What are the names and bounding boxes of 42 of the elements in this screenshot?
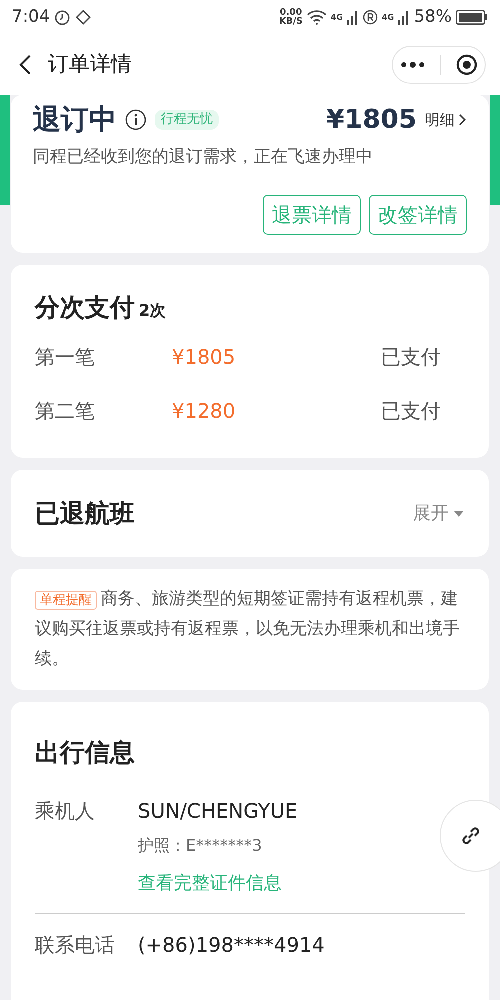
detail-link[interactable]: 明细 [425,108,467,132]
payment-label: 第二笔 [35,398,96,425]
payment-label: 第一笔 [35,344,96,371]
insurance-tag: 行程无忧 [155,110,219,130]
details-button[interactable]: 改签详情 [369,194,467,234]
signal-icon [347,10,360,25]
payment-amount: ¥1280 [172,398,237,425]
alarm-icon [54,9,72,26]
field-label: 乘机人 [35,798,96,825]
payment-status: 已支付 [381,398,441,425]
network-type: 4G [382,12,394,24]
phone-number: (+86)198****4914 [138,932,325,959]
network-type: 4G [330,12,344,24]
battery-icon [456,10,488,25]
refund-message: 同程已经收到您的退订需求，正在飞速办理中 [33,146,374,169]
roaming-icon [363,10,378,25]
section-title: 已退航班 [35,498,135,530]
signal-icon [398,10,410,25]
back-icon[interactable] [18,54,32,76]
payment-amount: ¥1805 [172,344,237,371]
section-title: 出行信息 [35,737,136,770]
info-icon[interactable] [125,109,147,131]
chevron-icon [459,114,467,126]
expand-toggle[interactable]: 展开 [413,500,465,527]
view-id-link[interactable]: 查看完整证件信息 [138,870,298,897]
field-label: 联系电话 [35,932,116,959]
wifi-icon [306,10,327,25]
passenger-name: SUN/CHENGYUE [138,798,298,825]
section-title: 分次支付 [35,292,135,324]
network-speed: 0.00 KB/S [279,8,303,26]
more-icon[interactable] [400,62,424,68]
details-button[interactable]: 退票详情 [263,194,361,234]
order-price: ¥1805 [326,104,417,136]
notice-text: 单程提醒 商务、旅游类型的短期签证需持有返程机票，建议购买往返票或持有返程票，以免无法办理乘机和出境手续。 [35,588,461,670]
clock-time: 7:04 [12,6,50,29]
payment-count: 2次 [139,300,166,322]
payment-status: 已支付 [381,344,441,371]
refund-status: 退订中 [33,102,117,138]
passport-number: 护照：E*******3 [138,834,264,857]
battery-level: 58% [414,6,452,29]
page-title: 订单详情 [48,51,132,78]
close-icon[interactable] [456,54,478,76]
